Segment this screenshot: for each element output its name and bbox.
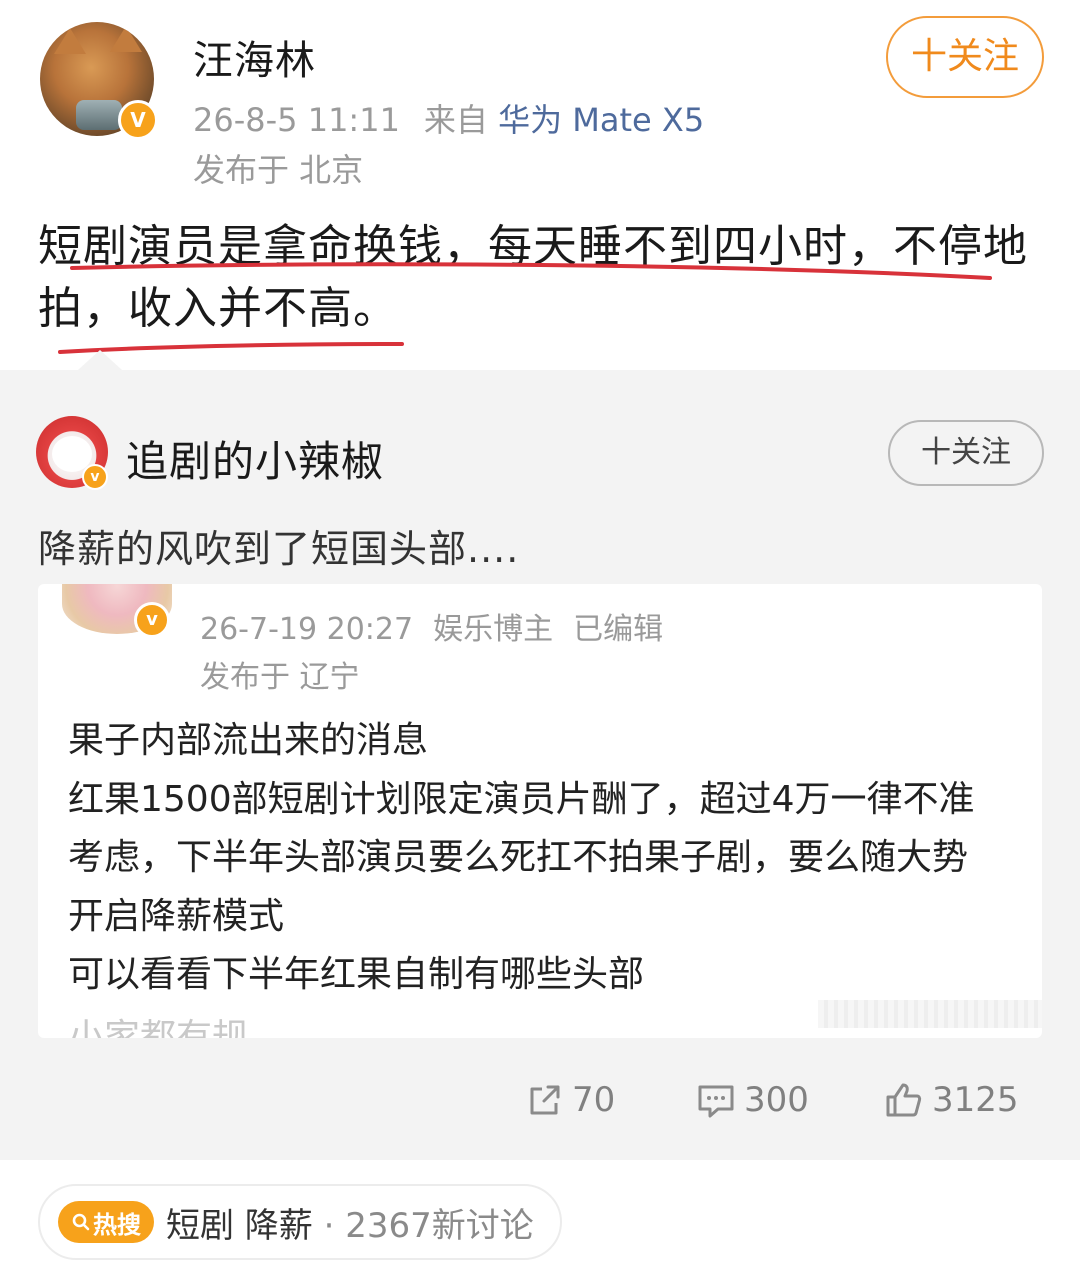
embedded-line: 果子内部流出来的消息 (68, 720, 429, 761)
hot-search-badge: 热搜 (58, 1201, 154, 1243)
avatar-cat-ear (54, 28, 86, 54)
embedded-body: 果子内部流出来的消息 红果1500部短剧计划限定演员片酬了，超过4万一律不准 考… (68, 712, 1042, 1005)
hot-search-chip[interactable]: 热搜 短剧 降薪 · 2367新讨论 (38, 1184, 562, 1260)
hot-search-text: 短剧 降薪 · 2367新讨论 (166, 1198, 534, 1247)
action-bar: 70 300 3125 (0, 1070, 1080, 1130)
embedded-edited-label: 已编辑 (573, 612, 664, 647)
repost-pointer (78, 350, 122, 370)
bottom-bar: 热搜 短剧 降薪 · 2367新讨论 (0, 1160, 1080, 1274)
embedded-line: 开启降薪模式 (68, 895, 285, 937)
author-name[interactable]: 汪海林 (193, 28, 316, 86)
hot-search-topic: 短剧 降薪 (166, 1205, 313, 1246)
post-meta: 26-8-5 11:11 来自 华为 Mate X5 (193, 95, 704, 141)
post-text: 短剧演员是拿命换钱，每天睡不到四小时，不停地 拍，收入并不高。 (38, 216, 1048, 340)
embedded-truncated-line: 小家都有规 (68, 1017, 249, 1038)
avatar-glass (76, 100, 122, 130)
post-location: 发布于 北京 (193, 151, 364, 189)
embedded-line: 考虑，下半年头部演员要么死扛不拍果子剧，要么随大势 (68, 837, 969, 878)
repost-text: 降薪的风吹到了短国头部.... (38, 527, 520, 571)
share-count: 70 (572, 1080, 616, 1120)
verified-badge-icon: v (82, 464, 108, 490)
embedded-line: 红果1500部短剧计划限定演员片酬了，超过4万一律不准 (68, 778, 975, 820)
like-count: 3125 (932, 1080, 1019, 1120)
thumbs-up-icon (886, 1083, 922, 1117)
embedded-author-type: 娱乐博主 (433, 612, 554, 647)
avatar-cat-ear (110, 26, 142, 52)
share-icon (530, 1085, 560, 1115)
post-source-prefix: 来自 (423, 101, 488, 139)
embedded-post[interactable]: v 26-7-19 20:27 娱乐博主 已编辑 发布于 辽宁 果子内部流出来的消息… (38, 584, 1042, 1038)
share-button[interactable]: 70 (526, 1070, 615, 1130)
embedded-timestamp: 26-7-19 20:27 (200, 612, 414, 647)
hot-search-separator: · (312, 1205, 346, 1246)
embedded-meta: 26-7-19 20:27 娱乐博主 已编辑 (200, 604, 663, 648)
embedded-blur-strip (818, 1000, 1042, 1028)
repost-follow-button[interactable]: 十关注 (888, 420, 1044, 486)
like-button[interactable]: 3125 (884, 1070, 1019, 1130)
repost-section: v 追剧的小辣椒 十关注 降薪的风吹到了短国头部.... v 26-7-19 2… (0, 350, 1080, 1160)
post-text-line: 拍，收入并不高。 (38, 283, 398, 334)
comment-icon (698, 1085, 734, 1118)
repost-author-name[interactable]: 追剧的小辣椒 (126, 428, 384, 489)
embedded-line: 可以看看下半年红果自制有哪些头部 (68, 954, 645, 995)
verified-badge-icon: V (118, 100, 158, 140)
embedded-location: 发布于 辽宁 (200, 660, 360, 695)
search-icon (72, 1213, 90, 1231)
follow-button[interactable]: 十关注 (886, 16, 1044, 98)
post-timestamp: 26-8-5 11:11 (193, 101, 400, 139)
hot-search-label: 热搜 (93, 1210, 141, 1239)
comment-count: 300 (744, 1080, 809, 1120)
post-device[interactable]: 华为 Mate X5 (498, 101, 704, 139)
verified-badge-icon: v (134, 602, 170, 638)
main-post: V 汪海林 26-8-5 11:11 来自 华为 Mate X5 发布于 北京 十… (0, 0, 1080, 370)
comment-button[interactable]: 300 (696, 1070, 809, 1130)
hot-search-discussion-count: 2367新讨论 (345, 1205, 534, 1246)
post-text-line: 短剧演员是拿命换钱，每天睡不到四小时，不停地 (38, 221, 1028, 272)
